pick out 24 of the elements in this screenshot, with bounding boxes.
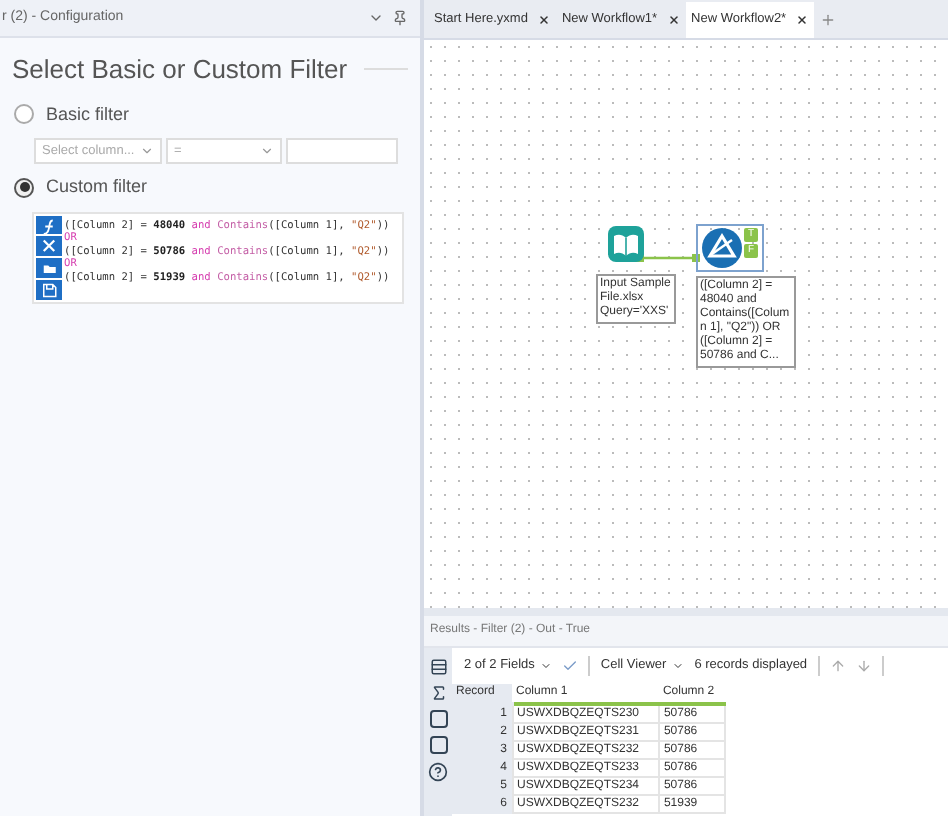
save-icon[interactable] — [36, 279, 62, 299]
value-field[interactable] — [286, 138, 398, 164]
chevron-icon — [260, 144, 274, 158]
chevron-icon — [140, 144, 154, 158]
filter-tool-icon[interactable] — [702, 228, 742, 268]
section-heading: Select Basic or Custom Filter — [12, 52, 348, 88]
help-icon[interactable] — [428, 762, 448, 782]
close-icon[interactable] — [796, 14, 809, 26]
book-icon[interactable] — [608, 226, 644, 262]
radio-circle[interactable] — [14, 177, 34, 198]
close-icon[interactable] — [537, 14, 550, 26]
table-icon[interactable] — [429, 658, 447, 676]
chevron-icon[interactable] — [368, 10, 384, 26]
filter-mode-radio[interactable]: Custom filter — [14, 174, 406, 201]
function-icon[interactable] — [36, 215, 62, 235]
sigma-icon[interactable] — [429, 684, 447, 702]
folder-icon[interactable] — [36, 258, 62, 278]
variable-icon[interactable] — [36, 236, 62, 256]
check-icon[interactable] — [562, 658, 579, 674]
chevron-icon — [540, 660, 553, 672]
close-icon[interactable] — [667, 14, 680, 26]
pin-icon[interactable] — [392, 10, 408, 26]
filter-mode-radio[interactable]: Basic filter — [14, 101, 406, 128]
chevron-icon — [672, 660, 685, 672]
